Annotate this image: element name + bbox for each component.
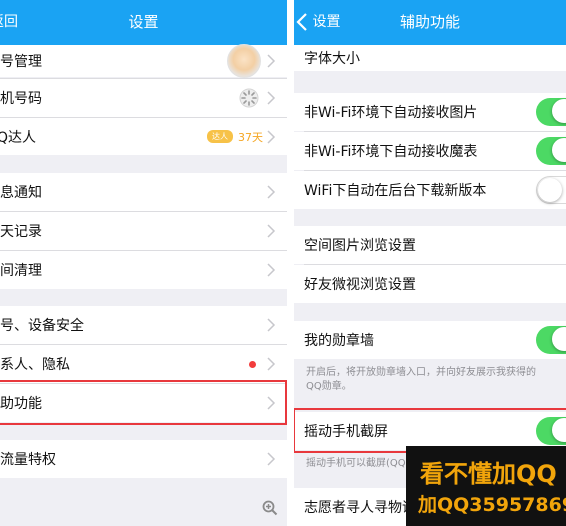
settings-item-data-free[interactable]: 免流量特权 bbox=[0, 440, 287, 478]
accessibility-item-qzone-image[interactable]: 空间图片浏览设置 bbox=[294, 226, 566, 264]
watermark-line1: 看不懂加QQ bbox=[420, 460, 557, 488]
chevron-right-icon bbox=[267, 263, 276, 277]
chevron-right-icon bbox=[267, 318, 276, 332]
settings-item-account[interactable]: 帐号管理 bbox=[0, 44, 287, 78]
chevron-right-icon bbox=[267, 91, 276, 105]
chevron-right-icon bbox=[267, 54, 276, 68]
settings-item-phone[interactable]: 手机号码 bbox=[0, 79, 287, 117]
row-label: 我的勋章墙 bbox=[304, 333, 374, 349]
chevron-right-icon bbox=[267, 185, 276, 199]
chevron-right-icon bbox=[267, 224, 276, 238]
talent-badge: 达人 37天 bbox=[207, 129, 263, 145]
settings-screen: 返回 设置 帐号管理 手机号码 QQ达人 达人 37天 bbox=[0, 0, 287, 526]
talent-pill: 达人 bbox=[207, 130, 233, 143]
row-label: 聊天记录 bbox=[0, 224, 42, 240]
chevron-right-icon bbox=[267, 396, 276, 410]
settings-item-chat-history[interactable]: 聊天记录 bbox=[0, 212, 287, 250]
avatar bbox=[227, 44, 261, 78]
row-label: 好友微视浏览设置 bbox=[304, 277, 416, 293]
accessibility-item-auto-download[interactable]: WiFi下自动在后台下载新版本 bbox=[294, 171, 566, 209]
nav-bar: 设置 辅助功能 bbox=[294, 0, 566, 45]
chevron-right-icon bbox=[267, 452, 276, 466]
settings-item-qq-talent[interactable]: QQ达人 达人 37天 bbox=[0, 118, 287, 155]
row-label: 辅助功能 bbox=[0, 396, 42, 412]
accessibility-item-weishi[interactable]: 好友微视浏览设置 bbox=[294, 265, 566, 303]
nav-bar: 返回 设置 bbox=[0, 0, 287, 45]
watermark-banner: 看不懂加QQ 加QQ359578696 bbox=[406, 446, 566, 526]
toggle-switch[interactable] bbox=[536, 137, 566, 165]
settings-item-storage[interactable]: 空间清理 bbox=[0, 251, 287, 289]
page-title: 辅助功能 bbox=[399, 13, 460, 31]
page-title: 设置 bbox=[128, 13, 159, 31]
accessibility-item-auto-image[interactable]: 非Wi-Fi环境下自动接收图片 bbox=[294, 93, 566, 131]
toggle-switch[interactable] bbox=[536, 176, 566, 204]
chevron-right-icon bbox=[267, 129, 276, 144]
row-label: 字体大小 bbox=[304, 51, 360, 67]
panel-divider bbox=[287, 0, 294, 526]
medal-wall-description: 开启后，将开放勋章墙入口，并向好友展示我获得的QQ勋章。 bbox=[306, 367, 536, 392]
row-label: 非Wi-Fi环境下自动接收图片 bbox=[304, 105, 478, 121]
accessibility-item-font-size[interactable]: 字体大小 bbox=[294, 45, 566, 71]
chevron-right-icon bbox=[267, 357, 276, 371]
row-label: 帐号管理 bbox=[0, 54, 42, 70]
row-label: 非Wi-Fi环境下自动接收魔表 bbox=[304, 144, 478, 160]
settings-item-notifications[interactable]: 消息通知 bbox=[0, 173, 287, 211]
settings-item-privacy[interactable]: 联系人、隐私 bbox=[0, 345, 287, 383]
toggle-switch[interactable] bbox=[536, 417, 566, 445]
zoom-in-icon[interactable] bbox=[262, 500, 278, 516]
red-dot bbox=[249, 360, 256, 368]
row-label: WiFi下自动在后台下载新版本 bbox=[304, 183, 487, 199]
watermark-line2: 加QQ359578696 bbox=[418, 494, 566, 516]
row-label: 空间清理 bbox=[0, 263, 42, 279]
accessibility-item-auto-magic-face[interactable]: 非Wi-Fi环境下自动接收魔表 bbox=[294, 132, 566, 170]
settings-item-accessibility[interactable]: 辅助功能 bbox=[0, 384, 287, 422]
row-label: QQ达人 bbox=[0, 129, 37, 146]
toggle-switch[interactable] bbox=[536, 98, 566, 126]
row-label: 手机号码 bbox=[0, 91, 42, 107]
settings-item-security[interactable]: 帐号、设备安全 bbox=[0, 306, 287, 344]
loading-icon bbox=[239, 88, 259, 108]
row-label: 帐号、设备安全 bbox=[0, 318, 84, 334]
accessibility-item-shake-screenshot[interactable]: 摇动手机截屏 bbox=[294, 412, 566, 450]
row-label: 消息通知 bbox=[0, 185, 42, 201]
row-label: 免流量特权 bbox=[0, 452, 56, 468]
row-label: 空间图片浏览设置 bbox=[304, 238, 416, 254]
row-label: 摇动手机截屏 bbox=[304, 424, 388, 440]
row-label: 联系人、隐私 bbox=[0, 357, 70, 373]
talent-days: 37天 bbox=[238, 130, 263, 144]
toggle-switch[interactable] bbox=[536, 326, 566, 354]
accessibility-item-medal-wall[interactable]: 我的勋章墙 bbox=[294, 321, 566, 359]
